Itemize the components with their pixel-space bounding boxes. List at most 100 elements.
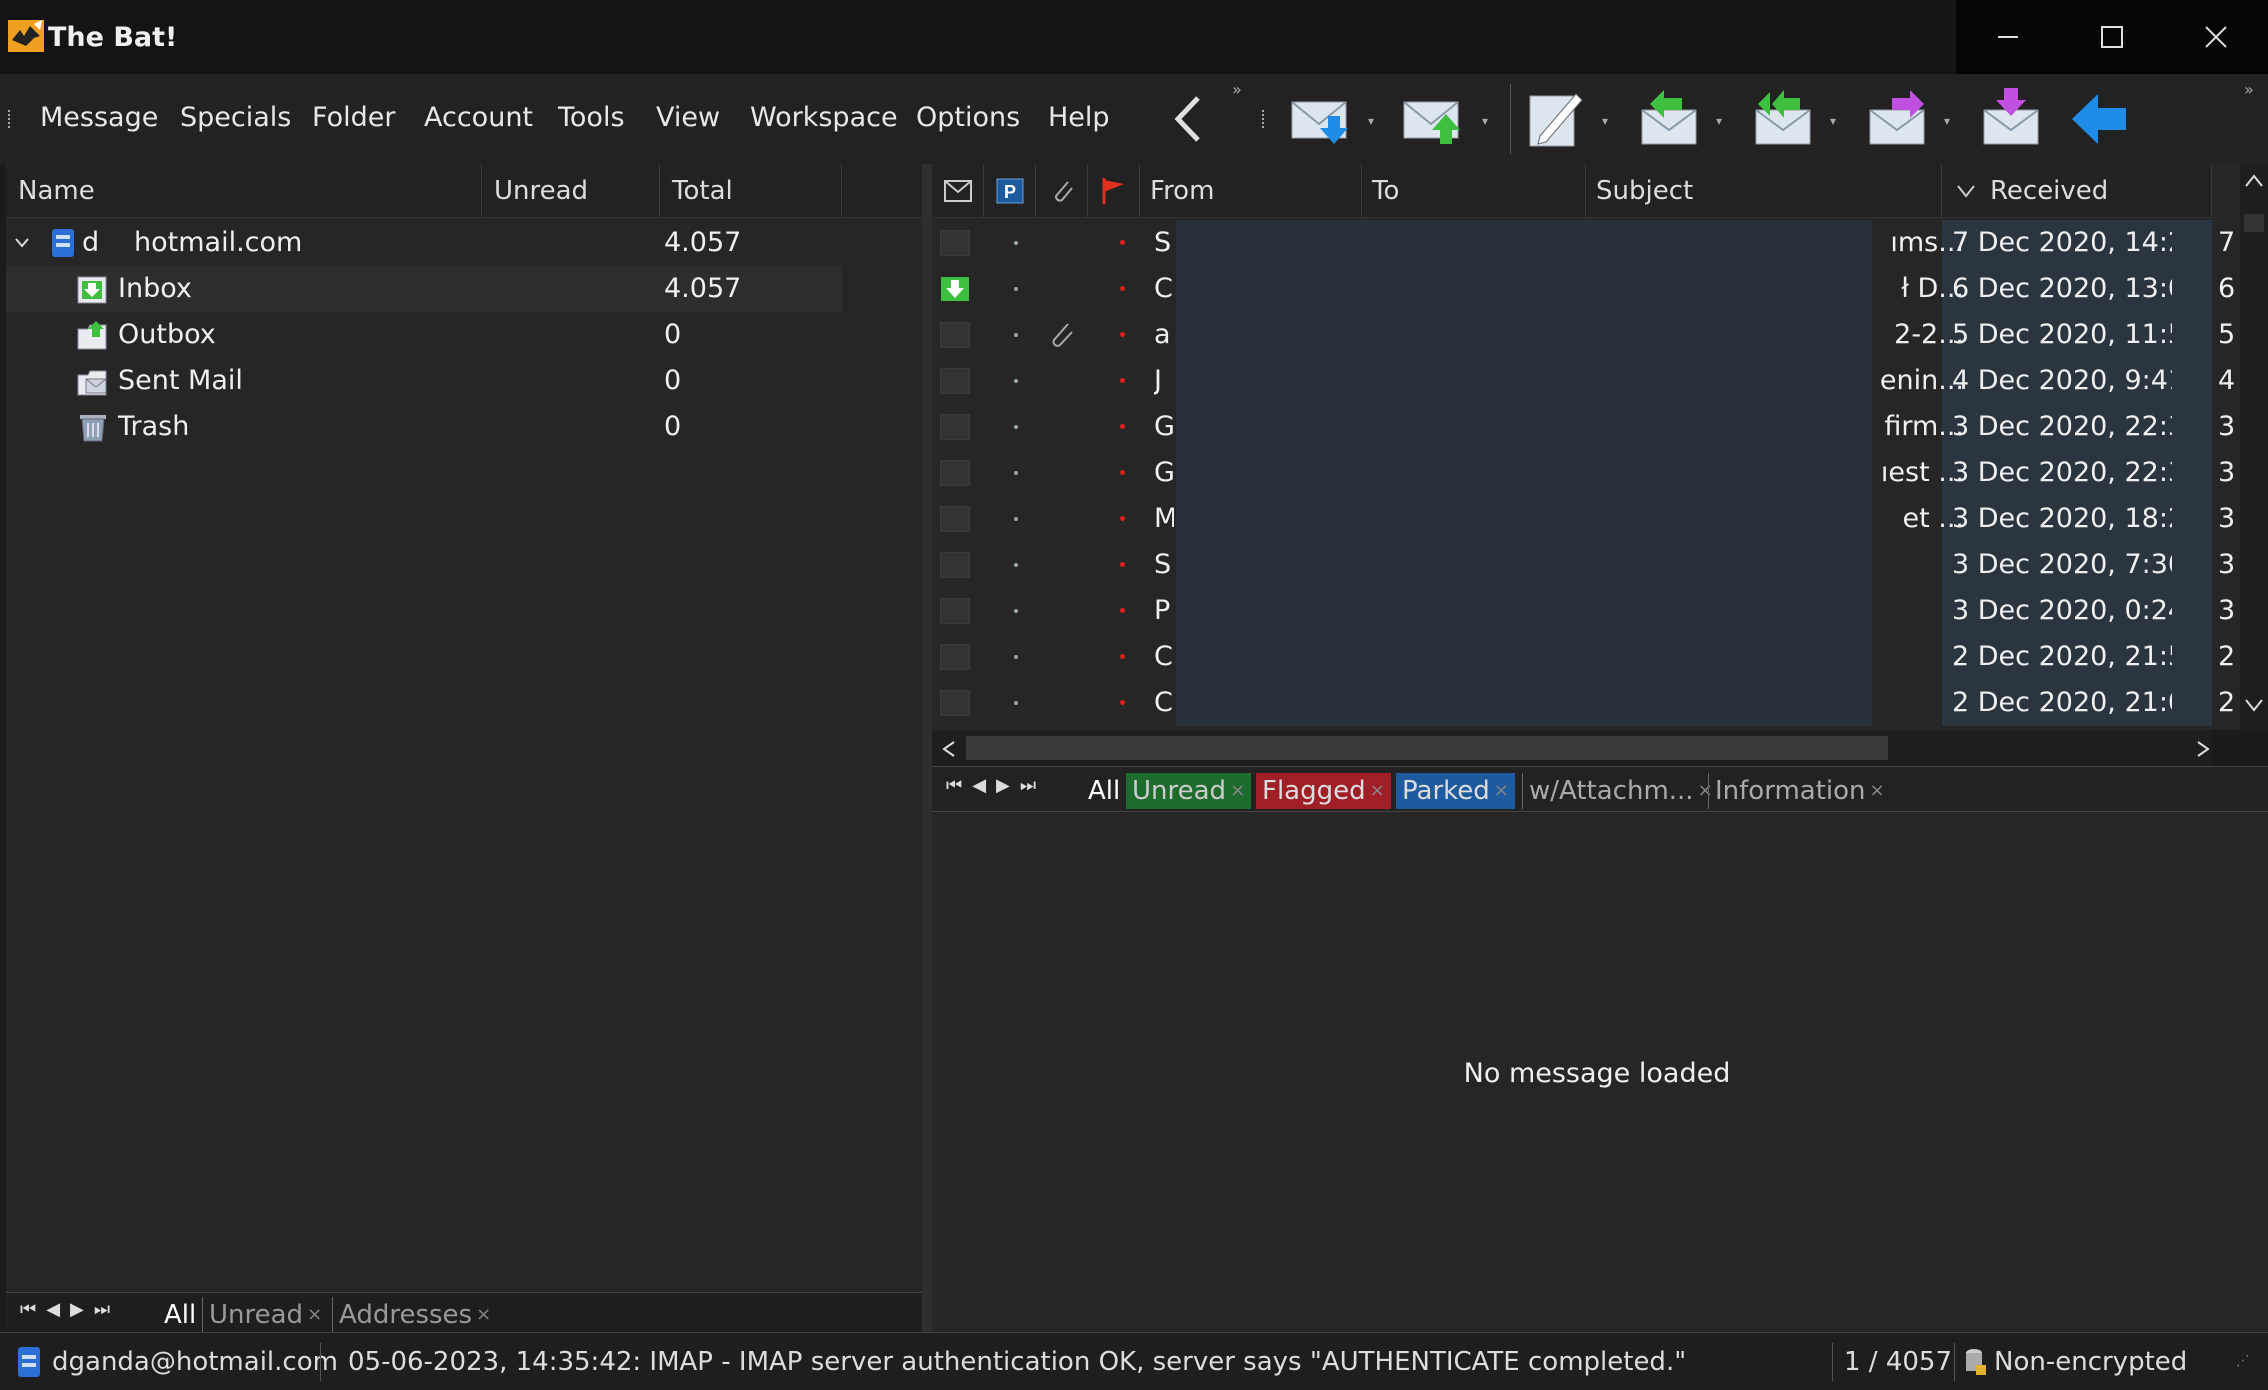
- scroll-thumb[interactable]: [2244, 214, 2264, 232]
- column-header-to[interactable]: To: [1362, 164, 1586, 218]
- message-row[interactable]: a2-2...5 Dec 2020, 11:555: [932, 312, 2235, 358]
- folder-tab-addresses[interactable]: Addresses ×: [332, 1297, 497, 1333]
- menu-specials[interactable]: Specials: [180, 102, 291, 133]
- message-list-horizontal-scrollbar[interactable]: [932, 730, 2212, 766]
- close-tab-icon[interactable]: ×: [1870, 780, 1885, 801]
- status-account[interactable]: dganda@hotmail.com: [52, 1347, 338, 1377]
- folder-item-sent-mail[interactable]: Sent Mail 0: [6, 358, 842, 404]
- horizontal-scroll-thumb[interactable]: [966, 736, 1888, 760]
- outbox-folder-icon: [77, 321, 107, 350]
- menu-account[interactable]: Account: [424, 102, 533, 133]
- message-row[interactable]: Gfirm...3 Dec 2020, 22:323: [932, 404, 2235, 450]
- folder-tab-nav-arrows[interactable]: ⏮◀▶⏭: [20, 1299, 120, 1320]
- reply-dropdown-icon[interactable]: ▾: [1716, 114, 1722, 128]
- message-column-headers: P From To Subject Received: [932, 164, 2212, 218]
- reply-all-icon[interactable]: [1744, 84, 1824, 154]
- message-tab-flagged[interactable]: Flagged ×: [1256, 773, 1391, 809]
- message-received: 2 Dec 2020, 21:52: [1952, 641, 2172, 672]
- message-list-vertical-scrollbar[interactable]: [2240, 164, 2268, 730]
- message-received: 2 Dec 2020, 21:09: [1952, 687, 2172, 718]
- close-tab-icon[interactable]: ×: [1370, 780, 1385, 801]
- account-database-icon: [52, 229, 74, 257]
- column-header-status[interactable]: [932, 164, 984, 218]
- redirect-icon[interactable]: [1972, 84, 2052, 154]
- scroll-down-icon[interactable]: [2244, 698, 2264, 712]
- minimize-button[interactable]: [1956, 0, 2060, 74]
- folder-tab-unread[interactable]: Unread ×: [202, 1297, 328, 1333]
- get-mail-icon[interactable]: [1284, 84, 1364, 154]
- back-arrow-icon[interactable]: [1164, 84, 1214, 154]
- menu-grip[interactable]: [8, 110, 12, 128]
- column-header-parked[interactable]: P: [984, 164, 1036, 218]
- message-list: P From To Subject Received Sıms... 7 Dec …: [932, 164, 2240, 730]
- column-header-unread[interactable]: Unread: [482, 164, 660, 218]
- close-tab-icon[interactable]: ×: [307, 1304, 322, 1325]
- message-row[interactable]: Gıest ...3 Dec 2020, 22:303: [932, 450, 2235, 496]
- menu-message[interactable]: Message: [40, 102, 158, 133]
- column-header-attachment[interactable]: [1036, 164, 1088, 218]
- menu-help[interactable]: Help: [1048, 102, 1110, 133]
- get-mail-dropdown-icon[interactable]: ▾: [1368, 114, 1374, 128]
- message-tab-information[interactable]: Information ×: [1708, 773, 1891, 809]
- overflow-chevron-icon[interactable]: »: [1232, 80, 1242, 99]
- menu-view[interactable]: View: [656, 102, 720, 133]
- message-row[interactable]: C 2 Dec 2020, 21:52 2: [932, 634, 2235, 680]
- menu-bar: Message Specials Folder Account Tools Vi…: [0, 74, 1132, 164]
- message-row[interactable]: S 3 Dec 2020, 7:30 3: [932, 542, 2235, 588]
- column-header-from[interactable]: From: [1140, 164, 1362, 218]
- previous-message-arrow-icon[interactable]: [2064, 84, 2134, 154]
- column-header-total[interactable]: Total: [660, 164, 842, 218]
- toolbar-overflow-chevron-icon[interactable]: »: [2244, 80, 2254, 99]
- message-tab-unread[interactable]: Unread ×: [1126, 773, 1252, 809]
- scroll-up-icon[interactable]: [2244, 174, 2264, 188]
- menu-folder[interactable]: Folder: [312, 102, 395, 133]
- new-message-dropdown-icon[interactable]: ▾: [1602, 114, 1608, 128]
- read-status-icon: [940, 368, 970, 394]
- message-from: a: [1154, 319, 1171, 350]
- new-message-icon[interactable]: [1516, 84, 1596, 154]
- inbox-folder-icon: [77, 276, 107, 304]
- toolbar-grip[interactable]: [1262, 110, 1266, 128]
- message-tab-with-attachments[interactable]: w/Attachm... ×: [1522, 773, 1719, 809]
- column-header-received[interactable]: Received: [1942, 164, 2212, 218]
- folder-item-inbox[interactable]: Inbox 4.057: [6, 266, 842, 312]
- close-tab-icon[interactable]: ×: [476, 1304, 491, 1325]
- forward-dropdown-icon[interactable]: ▾: [1944, 114, 1950, 128]
- folder-name: Outbox: [118, 319, 216, 350]
- menu-options[interactable]: Options: [916, 102, 1020, 133]
- message-tab-nav-arrows[interactable]: ⏮◀▶⏭: [946, 775, 1046, 796]
- message-row[interactable]: C 2 Dec 2020, 21:09 2: [932, 680, 2235, 726]
- status-separator: [320, 1343, 321, 1381]
- menu-tools[interactable]: Tools: [558, 102, 625, 133]
- panel-splitter[interactable]: [922, 164, 932, 1332]
- forward-icon[interactable]: [1858, 84, 1938, 154]
- message-tab-parked[interactable]: Parked ×: [1396, 773, 1515, 809]
- send-mail-icon[interactable]: [1396, 84, 1476, 154]
- close-button[interactable]: [2164, 0, 2268, 74]
- resize-grip-icon[interactable]: ⋰: [2236, 1353, 2250, 1369]
- maximize-button[interactable]: [2060, 0, 2164, 74]
- message-row[interactable]: P 3 Dec 2020, 0:24 3: [932, 588, 2235, 634]
- menu-workspace[interactable]: Workspace: [750, 102, 898, 133]
- column-header-flag[interactable]: [1088, 164, 1140, 218]
- send-mail-dropdown-icon[interactable]: ▾: [1482, 114, 1488, 128]
- folder-item-outbox[interactable]: Outbox 0: [6, 312, 842, 358]
- message-row[interactable]: Jenin... 4 Dec 2020, 9:41 4: [932, 358, 2235, 404]
- column-header-subject[interactable]: Subject: [1586, 164, 1942, 218]
- scroll-left-icon[interactable]: [942, 740, 956, 758]
- folder-account-row[interactable]: d hotmail.com 4.057: [6, 220, 842, 266]
- close-tab-icon[interactable]: ×: [1230, 780, 1245, 801]
- message-row[interactable]: Cł D...6 Dec 2020, 13:006: [932, 266, 2235, 312]
- folder-item-trash[interactable]: Trash 0: [6, 404, 842, 450]
- reply-all-dropdown-icon[interactable]: ▾: [1830, 114, 1836, 128]
- message-row[interactable]: Sıms...7 Dec 2020, 14:287: [932, 220, 2235, 266]
- folder-tab-all[interactable]: All: [158, 1297, 202, 1333]
- close-tab-icon[interactable]: ×: [1494, 780, 1509, 801]
- reply-icon[interactable]: [1630, 84, 1710, 154]
- chevron-down-icon[interactable]: [14, 236, 30, 250]
- message-received: 3 Dec 2020, 22:32: [1952, 411, 2172, 442]
- message-tab-all[interactable]: All: [1082, 773, 1126, 809]
- scroll-right-icon[interactable]: [2196, 740, 2210, 758]
- message-row[interactable]: Met ...3 Dec 2020, 18:293: [932, 496, 2235, 542]
- column-header-name[interactable]: Name: [6, 164, 482, 218]
